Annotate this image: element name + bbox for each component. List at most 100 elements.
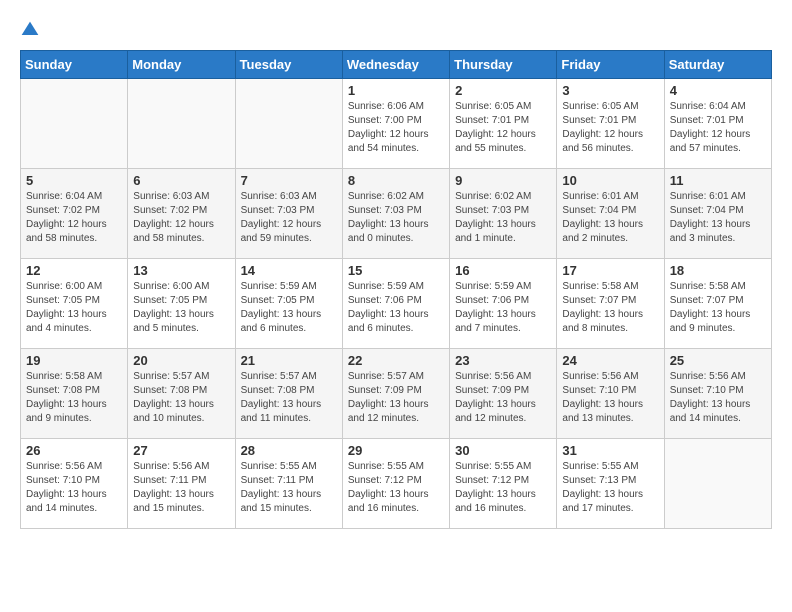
cell-info: Sunrise: 5:58 AM Sunset: 7:08 PM Dayligh… [26, 370, 122, 426]
day-number: 29 [348, 443, 444, 458]
calendar-cell: 8 Sunrise: 6:02 AM Sunset: 7:03 PM Daylig… [342, 169, 449, 259]
calendar-week-row: 5 Sunrise: 6:04 AM Sunset: 7:02 PM Daylig… [21, 169, 772, 259]
cell-info: Sunrise: 6:04 AM Sunset: 7:02 PM Dayligh… [26, 190, 122, 246]
day-number: 18 [670, 263, 766, 278]
calendar-cell: 18 Sunrise: 5:58 AM Sunset: 7:07 PM Dayli… [664, 259, 771, 349]
calendar-cell: 15 Sunrise: 5:59 AM Sunset: 7:06 PM Dayli… [342, 259, 449, 349]
cell-info: Sunrise: 6:02 AM Sunset: 7:03 PM Dayligh… [455, 190, 551, 246]
day-number: 6 [133, 173, 229, 188]
day-number: 12 [26, 263, 122, 278]
calendar-cell: 9 Sunrise: 6:02 AM Sunset: 7:03 PM Daylig… [450, 169, 557, 259]
day-number: 19 [26, 353, 122, 368]
cell-info: Sunrise: 5:56 AM Sunset: 7:10 PM Dayligh… [670, 370, 766, 426]
day-number: 4 [670, 83, 766, 98]
cell-info: Sunrise: 6:05 AM Sunset: 7:01 PM Dayligh… [562, 100, 658, 156]
day-number: 2 [455, 83, 551, 98]
day-number: 11 [670, 173, 766, 188]
calendar-cell: 29 Sunrise: 5:55 AM Sunset: 7:12 PM Dayli… [342, 439, 449, 529]
cell-info: Sunrise: 5:55 AM Sunset: 7:11 PM Dayligh… [241, 460, 337, 516]
cell-info: Sunrise: 6:02 AM Sunset: 7:03 PM Dayligh… [348, 190, 444, 246]
logo-icon [20, 20, 40, 40]
day-number: 20 [133, 353, 229, 368]
column-header-saturday: Saturday [664, 51, 771, 79]
calendar-cell: 3 Sunrise: 6:05 AM Sunset: 7:01 PM Daylig… [557, 79, 664, 169]
cell-info: Sunrise: 5:59 AM Sunset: 7:06 PM Dayligh… [455, 280, 551, 336]
calendar-cell: 10 Sunrise: 6:01 AM Sunset: 7:04 PM Dayli… [557, 169, 664, 259]
calendar-cell [235, 79, 342, 169]
cell-info: Sunrise: 6:01 AM Sunset: 7:04 PM Dayligh… [562, 190, 658, 246]
day-number: 23 [455, 353, 551, 368]
calendar-cell: 1 Sunrise: 6:06 AM Sunset: 7:00 PM Daylig… [342, 79, 449, 169]
cell-info: Sunrise: 6:00 AM Sunset: 7:05 PM Dayligh… [133, 280, 229, 336]
cell-info: Sunrise: 5:59 AM Sunset: 7:06 PM Dayligh… [348, 280, 444, 336]
calendar-cell: 16 Sunrise: 5:59 AM Sunset: 7:06 PM Dayli… [450, 259, 557, 349]
day-number: 14 [241, 263, 337, 278]
calendar-cell [664, 439, 771, 529]
cell-info: Sunrise: 5:58 AM Sunset: 7:07 PM Dayligh… [670, 280, 766, 336]
calendar-cell [21, 79, 128, 169]
calendar-cell: 26 Sunrise: 5:56 AM Sunset: 7:10 PM Dayli… [21, 439, 128, 529]
cell-info: Sunrise: 5:56 AM Sunset: 7:09 PM Dayligh… [455, 370, 551, 426]
cell-info: Sunrise: 5:56 AM Sunset: 7:10 PM Dayligh… [26, 460, 122, 516]
day-number: 3 [562, 83, 658, 98]
calendar-cell: 4 Sunrise: 6:04 AM Sunset: 7:01 PM Daylig… [664, 79, 771, 169]
calendar-cell: 13 Sunrise: 6:00 AM Sunset: 7:05 PM Dayli… [128, 259, 235, 349]
calendar-cell: 19 Sunrise: 5:58 AM Sunset: 7:08 PM Dayli… [21, 349, 128, 439]
day-number: 30 [455, 443, 551, 458]
calendar-cell: 11 Sunrise: 6:01 AM Sunset: 7:04 PM Dayli… [664, 169, 771, 259]
column-header-friday: Friday [557, 51, 664, 79]
day-number: 8 [348, 173, 444, 188]
day-number: 31 [562, 443, 658, 458]
calendar-cell: 28 Sunrise: 5:55 AM Sunset: 7:11 PM Dayli… [235, 439, 342, 529]
calendar-cell: 30 Sunrise: 5:55 AM Sunset: 7:12 PM Dayli… [450, 439, 557, 529]
cell-info: Sunrise: 6:06 AM Sunset: 7:00 PM Dayligh… [348, 100, 444, 156]
day-number: 10 [562, 173, 658, 188]
day-number: 1 [348, 83, 444, 98]
cell-info: Sunrise: 6:00 AM Sunset: 7:05 PM Dayligh… [26, 280, 122, 336]
column-header-thursday: Thursday [450, 51, 557, 79]
day-number: 28 [241, 443, 337, 458]
calendar-cell: 12 Sunrise: 6:00 AM Sunset: 7:05 PM Dayli… [21, 259, 128, 349]
calendar-header-row: SundayMondayTuesdayWednesdayThursdayFrid… [21, 51, 772, 79]
column-header-tuesday: Tuesday [235, 51, 342, 79]
calendar-cell: 27Sunrise: 5:56 AM Sunset: 7:11 PM Dayli… [128, 439, 235, 529]
calendar-cell: 20Sunrise: 5:57 AM Sunset: 7:08 PM Dayli… [128, 349, 235, 439]
day-number: 27 [133, 443, 229, 458]
calendar-cell: 7Sunrise: 6:03 AM Sunset: 7:03 PM Daylig… [235, 169, 342, 259]
calendar-cell: 23 Sunrise: 5:56 AM Sunset: 7:09 PM Dayli… [450, 349, 557, 439]
calendar-table: SundayMondayTuesdayWednesdayThursdayFrid… [20, 50, 772, 529]
cell-info: Sunrise: 5:55 AM Sunset: 7:12 PM Dayligh… [348, 460, 444, 516]
calendar-cell: 5 Sunrise: 6:04 AM Sunset: 7:02 PM Daylig… [21, 169, 128, 259]
calendar-cell: 22 Sunrise: 5:57 AM Sunset: 7:09 PM Dayli… [342, 349, 449, 439]
day-number: 22 [348, 353, 444, 368]
day-number: 15 [348, 263, 444, 278]
cell-info: Sunrise: 5:56 AM Sunset: 7:10 PM Dayligh… [562, 370, 658, 426]
day-number: 9 [455, 173, 551, 188]
page-header [20, 20, 772, 40]
day-number: 26 [26, 443, 122, 458]
calendar-cell: 6 Sunrise: 6:03 AM Sunset: 7:02 PM Daylig… [128, 169, 235, 259]
day-number: 13 [133, 263, 229, 278]
calendar-cell: 31Sunrise: 5:55 AM Sunset: 7:13 PM Dayli… [557, 439, 664, 529]
column-header-monday: Monday [128, 51, 235, 79]
calendar-cell: 21Sunrise: 5:57 AM Sunset: 7:08 PM Dayli… [235, 349, 342, 439]
calendar-cell: 14Sunrise: 5:59 AM Sunset: 7:05 PM Dayli… [235, 259, 342, 349]
day-number: 25 [670, 353, 766, 368]
cell-info: Sunrise: 5:55 AM Sunset: 7:12 PM Dayligh… [455, 460, 551, 516]
day-number: 24 [562, 353, 658, 368]
calendar-week-row: 26 Sunrise: 5:56 AM Sunset: 7:10 PM Dayli… [21, 439, 772, 529]
cell-info: Sunrise: 5:58 AM Sunset: 7:07 PM Dayligh… [562, 280, 658, 336]
cell-info: Sunrise: 6:05 AM Sunset: 7:01 PM Dayligh… [455, 100, 551, 156]
day-number: 5 [26, 173, 122, 188]
calendar-cell: 2 Sunrise: 6:05 AM Sunset: 7:01 PM Daylig… [450, 79, 557, 169]
cell-info: Sunrise: 6:01 AM Sunset: 7:04 PM Dayligh… [670, 190, 766, 246]
cell-info: Sunrise: 6:03 AM Sunset: 7:02 PM Dayligh… [133, 190, 229, 246]
cell-info: Sunrise: 5:57 AM Sunset: 7:09 PM Dayligh… [348, 370, 444, 426]
calendar-week-row: 19 Sunrise: 5:58 AM Sunset: 7:08 PM Dayli… [21, 349, 772, 439]
cell-info: Sunrise: 6:04 AM Sunset: 7:01 PM Dayligh… [670, 100, 766, 156]
calendar-week-row: 12 Sunrise: 6:00 AM Sunset: 7:05 PM Dayli… [21, 259, 772, 349]
column-header-wednesday: Wednesday [342, 51, 449, 79]
day-number: 16 [455, 263, 551, 278]
calendar-cell: 17 Sunrise: 5:58 AM Sunset: 7:07 PM Dayli… [557, 259, 664, 349]
day-number: 17 [562, 263, 658, 278]
